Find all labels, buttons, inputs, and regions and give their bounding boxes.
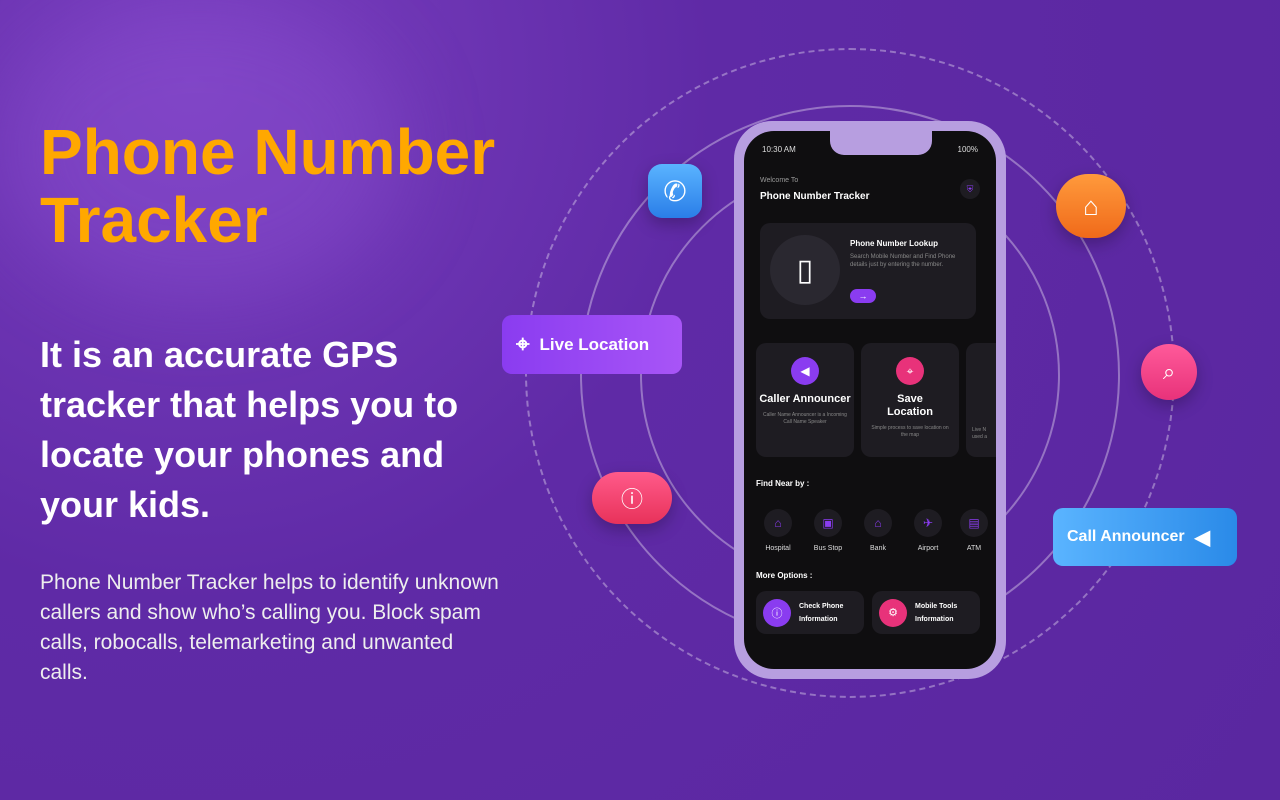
- shield-icon[interactable]: ⛨: [960, 179, 980, 199]
- feature-text: Live N used a: [972, 427, 988, 440]
- feature-title: Caller Announcer: [759, 393, 851, 405]
- more-heading: More Options :: [756, 571, 813, 580]
- call-announcer-label: Call Announcer: [1067, 528, 1185, 545]
- hand-phone-illustration: ▯: [770, 235, 840, 305]
- near-airport[interactable]: ✈ Airport: [906, 509, 950, 552]
- atm-icon: ▤: [960, 509, 988, 537]
- feature-text: Caller Name Announcer is a Incoming Call…: [763, 412, 847, 425]
- feature-text: Simple process to save location on the m…: [871, 425, 949, 438]
- feature-card-caller-announcer[interactable]: ◀ Caller Announcer Caller Name Announcer…: [756, 343, 854, 457]
- feature-card-save-location[interactable]: ⌖ Save Location Simple process to save l…: [861, 343, 959, 457]
- near-label: Airport: [917, 545, 939, 552]
- lookup-text: Search Mobile Number and Find Phone deta…: [850, 254, 956, 268]
- lookup-title: Phone Number Lookup: [850, 239, 938, 248]
- near-label: Hospital: [765, 545, 791, 552]
- feature-title: Save Location: [887, 393, 933, 418]
- near-label: Bus Stop: [813, 545, 843, 552]
- near-label: Bank: [870, 545, 886, 552]
- more-label: Check Phone Information: [799, 602, 844, 623]
- near-bank[interactable]: ⌂ Bank: [856, 509, 900, 552]
- mobile-tools-info-button[interactable]: ⚙ Mobile Tools Information: [872, 591, 980, 634]
- lookup-card[interactable]: ▯ Phone Number Lookup Search Mobile Numb…: [760, 223, 976, 319]
- status-battery: 100%: [957, 145, 978, 154]
- megaphone-icon: ◀: [1194, 526, 1211, 549]
- near-hospital[interactable]: ⌂ Hospital: [756, 509, 800, 552]
- feature-card-partial[interactable]: Live N used a: [966, 343, 996, 457]
- bank-icon: ⌂: [1056, 174, 1126, 238]
- hero-title: Phone Number Tracker: [40, 116, 496, 256]
- check-phone-info-button[interactable]: ⓘ Check Phone Information: [756, 591, 864, 634]
- near-bus-stop[interactable]: ▣ Bus Stop: [806, 509, 850, 552]
- lookup-arrow-button[interactable]: →: [850, 289, 876, 303]
- airplane-icon: ✈: [914, 509, 942, 537]
- phone-info-icon: ⓘ: [592, 472, 672, 524]
- near-atm[interactable]: ▤ ATM: [952, 509, 996, 552]
- bus-icon: ▣: [814, 509, 842, 537]
- live-location-badge: ⌖ Live Location: [502, 315, 682, 374]
- app-title: Phone Number Tracker: [760, 191, 870, 202]
- hero-description: Phone Number Tracker helps to identify u…: [40, 571, 499, 684]
- more-label: Mobile Tools Information: [915, 602, 958, 623]
- search-person-icon: ⌕: [1141, 344, 1197, 400]
- phone-call-icon: ✆: [648, 164, 702, 218]
- location-pin-icon: ⌖: [896, 357, 924, 385]
- near-heading: Find Near by :: [756, 479, 810, 488]
- phone-info-icon: ⓘ: [763, 598, 791, 627]
- hero-subtitle: It is an accurate GPS tracker that helps…: [40, 334, 459, 525]
- call-announcer-badge: Call Announcer ◀: [1053, 508, 1237, 566]
- phone-gear-icon: ⚙: [879, 598, 907, 627]
- megaphone-icon: ◀: [791, 357, 819, 385]
- bank-icon: ⌂: [864, 509, 892, 537]
- hospital-icon: ⌂: [764, 509, 792, 537]
- map-pin-icon: ⌖: [516, 330, 530, 358]
- status-time: 10:30 AM: [762, 145, 796, 154]
- phone-notch: [830, 131, 932, 155]
- near-label: ATM: [966, 545, 982, 552]
- live-location-label: Live Location: [539, 334, 650, 354]
- welcome-label: Welcome To: [760, 177, 799, 184]
- phone-screen: 10:30 AM 100% Welcome To Phone Number Tr…: [744, 131, 996, 669]
- phone-mockup: 10:30 AM 100% Welcome To Phone Number Tr…: [734, 121, 1006, 679]
